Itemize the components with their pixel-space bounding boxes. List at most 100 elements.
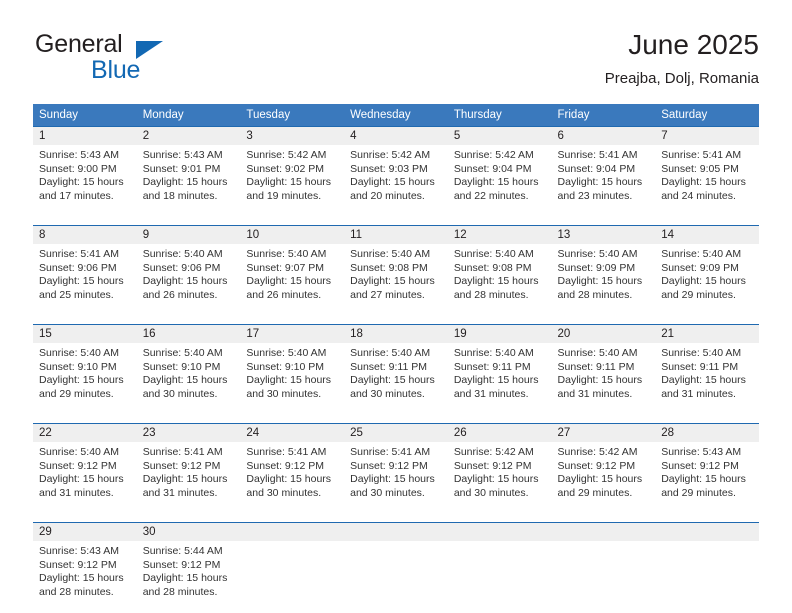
sunrise-text: Sunrise: 5:42 AM [454,149,544,163]
day-cell[interactable]: Sunrise: 5:43 AM Sunset: 9:12 PM Dayligh… [655,442,759,514]
day-cell[interactable]: Sunrise: 5:40 AM Sunset: 9:06 PM Dayligh… [137,244,241,316]
day-cell[interactable]: Sunrise: 5:40 AM Sunset: 9:11 PM Dayligh… [448,343,552,415]
day-cell[interactable]: Sunrise: 5:40 AM Sunset: 9:08 PM Dayligh… [344,244,448,316]
brand-logo[interactable]: General Blue [33,28,253,90]
day-number[interactable]: 10 [240,226,344,245]
day-number[interactable]: 25 [344,424,448,443]
day-number[interactable]: 26 [448,424,552,443]
day-number[interactable]: 3 [240,127,344,146]
daylight-text-line2: and 30 minutes. [350,487,440,501]
day-number[interactable]: 7 [655,127,759,146]
day-cell[interactable]: Sunrise: 5:40 AM Sunset: 9:11 PM Dayligh… [552,343,656,415]
day-number[interactable]: 23 [137,424,241,443]
day-number[interactable]: 1 [33,127,137,146]
weekday-header-friday: Friday [552,104,656,127]
day-cell[interactable]: Sunrise: 5:40 AM Sunset: 9:12 PM Dayligh… [33,442,137,514]
brand-name-blue: Blue [91,56,140,85]
day-cell[interactable]: Sunrise: 5:43 AM Sunset: 9:00 PM Dayligh… [33,145,137,217]
daylight-text-line1: Daylight: 15 hours [661,275,751,289]
sunset-text: Sunset: 9:09 PM [558,262,648,276]
daylight-text-line2: and 30 minutes. [454,487,544,501]
day-cell[interactable]: Sunrise: 5:43 AM Sunset: 9:01 PM Dayligh… [137,145,241,217]
sunrise-text: Sunrise: 5:40 AM [350,347,440,361]
day-number[interactable]: 8 [33,226,137,245]
calendar-body: 1 2 3 4 5 6 7 Sunrise: 5:43 AM Sunset: 9… [33,127,759,613]
week-5-daynumber-row: 29 30 [33,523,759,542]
day-cell[interactable]: Sunrise: 5:42 AM Sunset: 9:04 PM Dayligh… [448,145,552,217]
day-cell[interactable]: Sunrise: 5:40 AM Sunset: 9:10 PM Dayligh… [137,343,241,415]
day-cell[interactable]: Sunrise: 5:43 AM Sunset: 9:12 PM Dayligh… [33,541,137,613]
day-cell[interactable]: Sunrise: 5:40 AM Sunset: 9:09 PM Dayligh… [552,244,656,316]
daylight-text-line1: Daylight: 15 hours [143,176,233,190]
week-4-detail-row: Sunrise: 5:40 AM Sunset: 9:12 PM Dayligh… [33,442,759,514]
day-number[interactable]: 2 [137,127,241,146]
day-cell[interactable]: Sunrise: 5:41 AM Sunset: 9:12 PM Dayligh… [137,442,241,514]
day-number[interactable]: 28 [655,424,759,443]
day-cell[interactable]: Sunrise: 5:41 AM Sunset: 9:12 PM Dayligh… [240,442,344,514]
brand-name-general: General [35,30,123,59]
day-number[interactable]: 24 [240,424,344,443]
day-cell-empty [655,541,759,613]
day-cell[interactable]: Sunrise: 5:44 AM Sunset: 9:12 PM Dayligh… [137,541,241,613]
day-number[interactable]: 12 [448,226,552,245]
day-number[interactable]: 19 [448,325,552,344]
week-separator-cell [33,415,759,424]
day-cell[interactable]: Sunrise: 5:41 AM Sunset: 9:04 PM Dayligh… [552,145,656,217]
daylight-text-line1: Daylight: 15 hours [143,572,233,586]
sunset-text: Sunset: 9:04 PM [454,163,544,177]
week-separator [33,514,759,523]
daylight-text-line2: and 23 minutes. [558,190,648,204]
daylight-text-line2: and 22 minutes. [454,190,544,204]
day-cell[interactable]: Sunrise: 5:41 AM Sunset: 9:06 PM Dayligh… [33,244,137,316]
day-cell[interactable]: Sunrise: 5:41 AM Sunset: 9:12 PM Dayligh… [344,442,448,514]
sunrise-text: Sunrise: 5:40 AM [39,446,129,460]
day-number[interactable]: 15 [33,325,137,344]
daylight-text-line2: and 31 minutes. [143,487,233,501]
daylight-text-line2: and 26 minutes. [246,289,336,303]
day-cell[interactable]: Sunrise: 5:42 AM Sunset: 9:12 PM Dayligh… [448,442,552,514]
day-cell[interactable]: Sunrise: 5:40 AM Sunset: 9:07 PM Dayligh… [240,244,344,316]
day-cell[interactable]: Sunrise: 5:42 AM Sunset: 9:03 PM Dayligh… [344,145,448,217]
daylight-text-line2: and 31 minutes. [558,388,648,402]
day-number[interactable]: 17 [240,325,344,344]
daylight-text-line1: Daylight: 15 hours [661,176,751,190]
day-number[interactable]: 13 [552,226,656,245]
day-cell[interactable]: Sunrise: 5:40 AM Sunset: 9:08 PM Dayligh… [448,244,552,316]
daylight-text-line1: Daylight: 15 hours [350,374,440,388]
daylight-text-line1: Daylight: 15 hours [350,473,440,487]
sunset-text: Sunset: 9:01 PM [143,163,233,177]
day-number[interactable]: 16 [137,325,241,344]
sunset-text: Sunset: 9:02 PM [246,163,336,177]
sunrise-text: Sunrise: 5:41 AM [246,446,336,460]
day-number[interactable]: 29 [33,523,137,542]
day-number[interactable]: 6 [552,127,656,146]
sunrise-text: Sunrise: 5:41 AM [143,446,233,460]
day-number[interactable]: 21 [655,325,759,344]
day-cell[interactable]: Sunrise: 5:40 AM Sunset: 9:10 PM Dayligh… [33,343,137,415]
day-cell[interactable]: Sunrise: 5:42 AM Sunset: 9:02 PM Dayligh… [240,145,344,217]
day-cell[interactable]: Sunrise: 5:40 AM Sunset: 9:11 PM Dayligh… [655,343,759,415]
day-cell[interactable]: Sunrise: 5:40 AM Sunset: 9:11 PM Dayligh… [344,343,448,415]
day-cell[interactable]: Sunrise: 5:40 AM Sunset: 9:10 PM Dayligh… [240,343,344,415]
day-cell[interactable]: Sunrise: 5:42 AM Sunset: 9:12 PM Dayligh… [552,442,656,514]
sunset-text: Sunset: 9:06 PM [39,262,129,276]
day-number[interactable]: 30 [137,523,241,542]
sunset-text: Sunset: 9:04 PM [558,163,648,177]
day-number[interactable]: 22 [33,424,137,443]
day-number[interactable]: 14 [655,226,759,245]
day-cell[interactable]: Sunrise: 5:41 AM Sunset: 9:05 PM Dayligh… [655,145,759,217]
day-number[interactable]: 20 [552,325,656,344]
sunset-text: Sunset: 9:12 PM [39,559,129,573]
day-number[interactable]: 9 [137,226,241,245]
day-number[interactable]: 5 [448,127,552,146]
day-cell[interactable]: Sunrise: 5:40 AM Sunset: 9:09 PM Dayligh… [655,244,759,316]
day-cell-empty [240,541,344,613]
day-number[interactable]: 11 [344,226,448,245]
day-number[interactable]: 18 [344,325,448,344]
sunset-text: Sunset: 9:12 PM [350,460,440,474]
sunrise-text: Sunrise: 5:40 AM [558,248,648,262]
daylight-text-line2: and 31 minutes. [661,388,751,402]
day-number[interactable]: 4 [344,127,448,146]
day-number[interactable]: 27 [552,424,656,443]
sunrise-text: Sunrise: 5:40 AM [143,347,233,361]
